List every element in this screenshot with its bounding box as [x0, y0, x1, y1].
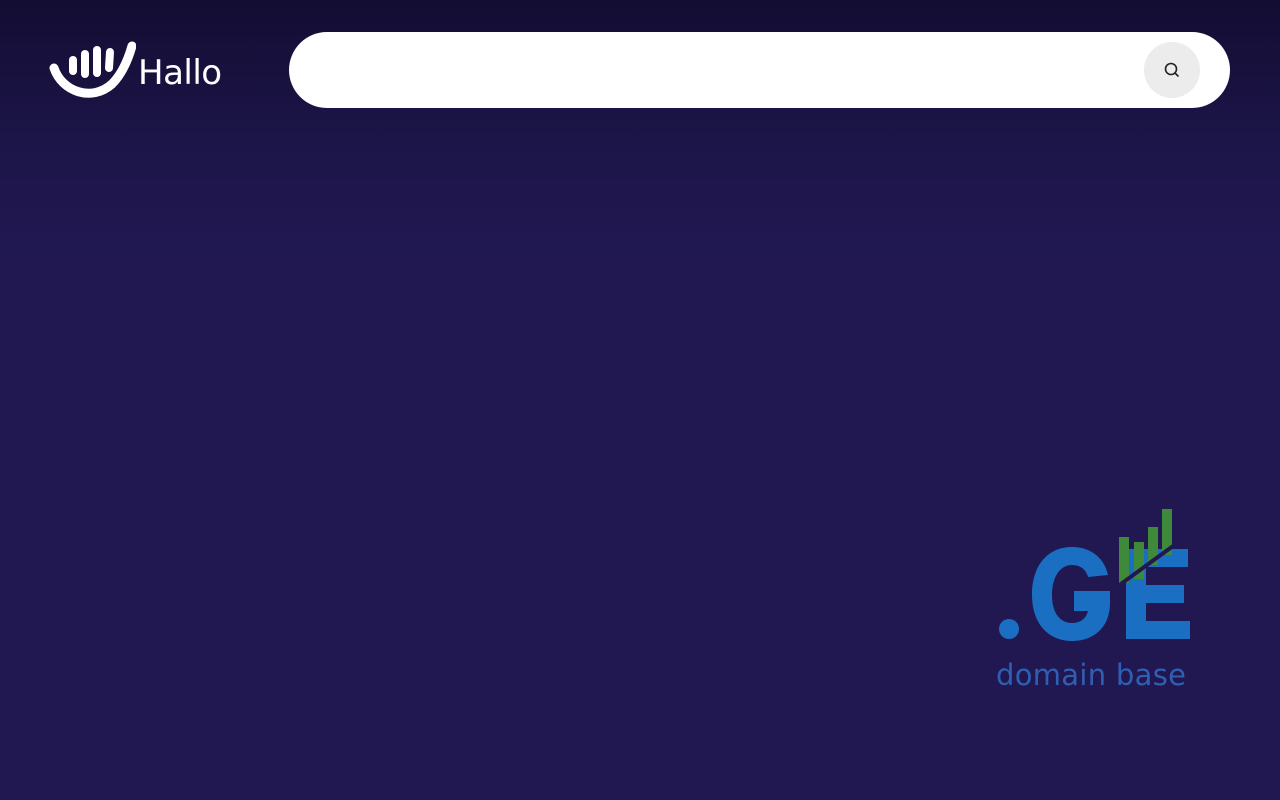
search-icon: [1164, 62, 1179, 77]
brand-name: Hallo: [138, 53, 222, 93]
ge-domain-logo-graphic: [999, 509, 1190, 641]
ge-domain-base-logo: domain base: [990, 505, 1200, 700]
waving-hand-icon: [49, 41, 136, 98]
search-bar: [289, 32, 1230, 108]
watermark-caption: domain base: [996, 658, 1187, 692]
search-button[interactable]: [1144, 42, 1200, 98]
search-input[interactable]: [319, 50, 1143, 92]
brand-logo[interactable]: Hallo: [48, 40, 222, 100]
header: Hallo: [0, 0, 1280, 140]
